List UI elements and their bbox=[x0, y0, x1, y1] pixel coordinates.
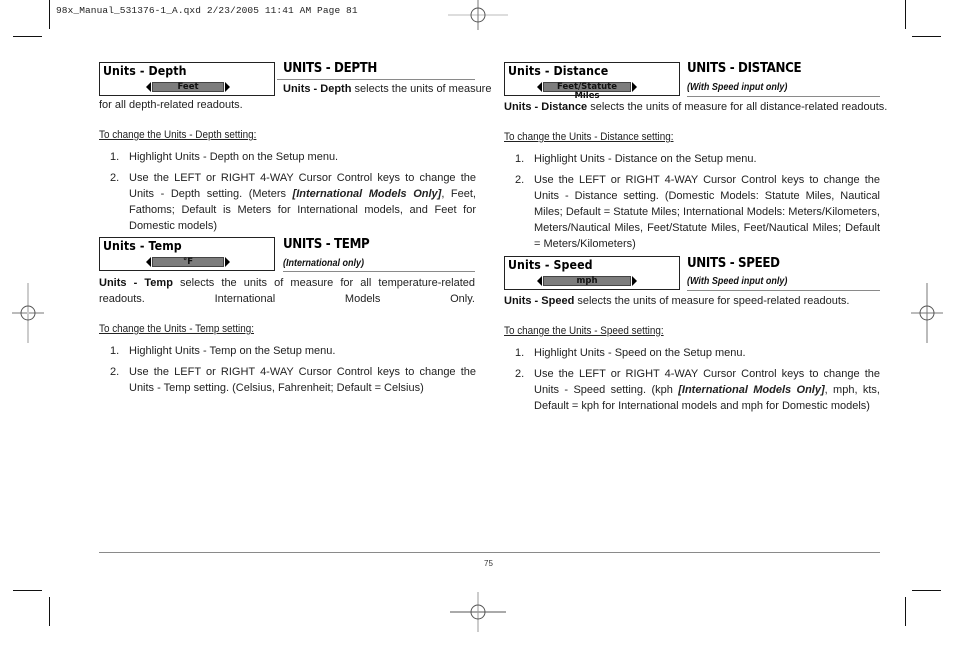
section-title-speed: UNITS - SPEED bbox=[687, 255, 780, 271]
page-number: 75 bbox=[484, 559, 493, 568]
speed-menu-selector: mph bbox=[537, 275, 637, 287]
section-subtitle-temp: (International only) bbox=[283, 258, 364, 269]
right-arrow-icon bbox=[225, 82, 230, 92]
registration-mark-right bbox=[897, 283, 954, 343]
speed-description: Units - Speed selects the units of measu… bbox=[504, 295, 850, 307]
crop-mark-br-h bbox=[912, 590, 941, 591]
temp-menu-selector: °F bbox=[146, 256, 230, 268]
section-title-temp: UNITS - TEMP bbox=[283, 236, 370, 252]
footer-rule bbox=[99, 552, 880, 553]
crop-mark-bl-h bbox=[13, 590, 42, 591]
right-arrow-icon bbox=[225, 257, 230, 267]
temp-description: Units - Temp selects the units of measur… bbox=[99, 277, 476, 305]
distance-menu-screenshot: Units - Distance Feet/Statute Miles bbox=[504, 62, 680, 101]
distance-menu-title: Units - Distance bbox=[508, 64, 609, 78]
left-arrow-icon bbox=[146, 82, 151, 92]
crop-mark-tl-v bbox=[49, 0, 50, 29]
print-slug: 98x_Manual_531376-1_A.qxd 2/23/2005 11:4… bbox=[56, 5, 358, 16]
depth-description-line1: Units - Depth selects the units of measu… bbox=[283, 83, 492, 95]
speed-menu-title: Units - Speed bbox=[508, 258, 593, 272]
crop-mark-tr-v bbox=[905, 0, 906, 29]
left-arrow-icon bbox=[146, 257, 151, 267]
section-rule-distance bbox=[687, 96, 880, 97]
crop-mark-bl-v bbox=[49, 597, 50, 626]
speed-menu-screenshot: Units - Speed mph bbox=[504, 256, 680, 290]
temp-menu-title: Units - Temp bbox=[103, 239, 182, 253]
right-arrow-icon bbox=[632, 276, 637, 286]
depth-menu-screenshot: Units - Depth Feet bbox=[99, 62, 275, 96]
distance-menu-selector: Feet/Statute Miles bbox=[537, 81, 637, 101]
section-subtitle-speed: (With Speed input only) bbox=[687, 276, 788, 287]
distance-description: Units - Distance selects the units of me… bbox=[504, 101, 888, 113]
section-title-distance: UNITS - DISTANCE bbox=[687, 60, 802, 76]
distance-howto-heading: To change the Units - Distance setting: bbox=[504, 131, 674, 143]
temp-menu-screenshot: Units - Temp °F bbox=[99, 237, 275, 271]
temp-desc-bold: Units - Temp bbox=[99, 277, 173, 289]
speed-howto-heading: To change the Units - Speed setting: bbox=[504, 325, 664, 337]
registration-mark-top bbox=[448, 0, 508, 45]
section-rule-speed bbox=[687, 290, 880, 291]
distance-desc-bold: Units - Distance bbox=[504, 101, 588, 113]
section-rule-temp bbox=[283, 271, 475, 272]
left-arrow-icon bbox=[537, 82, 542, 92]
speed-desc-bold: Units - Speed bbox=[504, 295, 575, 307]
depth-desc-bold: Units - Depth bbox=[283, 83, 352, 95]
depth-description-line2: for all depth-related readouts. bbox=[99, 99, 243, 111]
speed-step-2-emphasis: [International Models Only] bbox=[678, 384, 825, 396]
distance-menu-value: Feet/Statute Miles bbox=[543, 82, 631, 101]
section-title-depth: UNITS - DEPTH bbox=[283, 60, 378, 76]
speed-menu-value: mph bbox=[543, 276, 631, 286]
section-rule-depth bbox=[277, 79, 475, 80]
depth-howto-heading: To change the Units - Depth setting: bbox=[99, 129, 257, 141]
depth-step-2-emphasis: [International Models Only] bbox=[292, 188, 442, 200]
left-arrow-icon bbox=[537, 276, 542, 286]
registration-mark-left bbox=[0, 283, 58, 343]
crop-mark-tl-h bbox=[13, 36, 42, 37]
depth-menu-value: Feet bbox=[152, 82, 224, 92]
right-arrow-icon bbox=[632, 82, 637, 92]
temp-howto-heading: To change the Units - Temp setting: bbox=[99, 323, 255, 335]
crop-mark-tr-h bbox=[912, 36, 941, 37]
section-subtitle-distance: (With Speed input only) bbox=[687, 82, 788, 93]
registration-mark-bottom bbox=[448, 582, 508, 642]
depth-menu-title: Units - Depth bbox=[103, 64, 187, 78]
crop-mark-br-v bbox=[905, 597, 906, 626]
depth-menu-selector: Feet bbox=[146, 81, 230, 93]
temp-menu-value: °F bbox=[152, 257, 224, 267]
